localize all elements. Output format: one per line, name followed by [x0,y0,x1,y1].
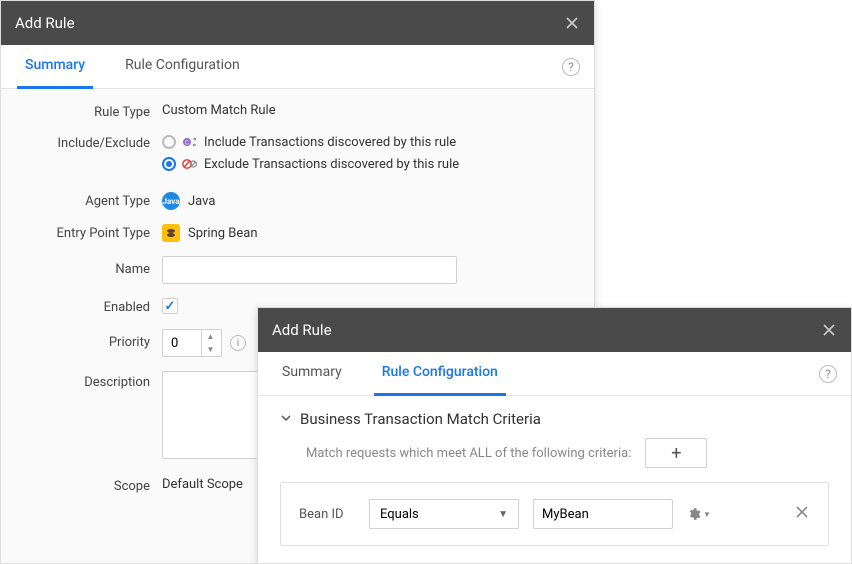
dialog-header: Add Rule [258,308,851,352]
help-icon[interactable]: ? [562,58,580,76]
add-rule-dialog-configuration: Add Rule Summary Rule Configuration ? Bu… [257,307,852,564]
rule-config-body: Business Transaction Match Criteria Matc… [258,396,851,560]
radio-unselected-icon [162,135,176,149]
enabled-label: Enabled [17,298,162,315]
stepper-up-icon[interactable]: ▲ [202,330,219,343]
add-criteria-button[interactable]: + [645,438,707,468]
include-radio-option[interactable]: C Include Transactions discovered by thi… [162,134,578,150]
operator-value: Equals [380,507,419,522]
java-badge-icon: Java [162,192,180,210]
info-icon[interactable]: i [230,335,246,351]
tab-summary[interactable]: Summary [274,352,350,396]
include-exclude-label: Include/Exclude [17,134,162,151]
name-input[interactable] [162,256,457,284]
close-icon[interactable] [821,322,837,338]
tab-rule-configuration[interactable]: Rule Configuration [374,352,506,396]
entry-point-type-value: Spring Bean [188,226,258,241]
dialog-title: Add Rule [272,321,332,339]
tab-bar: Summary Rule Configuration ? [258,352,851,396]
priority-stepper[interactable]: ▲ ▼ [162,329,222,357]
stepper-down-icon[interactable]: ▼ [202,343,219,356]
exclude-radio-label: Exclude Transactions discovered by this … [204,157,459,172]
remove-criteria-icon[interactable] [794,504,810,524]
dialog-title: Add Rule [15,14,75,32]
operator-select[interactable]: Equals ▼ [369,499,519,529]
priority-label: Priority [17,329,162,350]
name-label: Name [17,256,162,277]
tab-summary[interactable]: Summary [17,45,93,89]
criteria-row: Bean ID Equals ▼ ▼ [280,482,829,546]
radio-selected-icon [162,157,176,171]
match-criteria-title: Business Transaction Match Criteria [300,410,541,428]
match-criteria-subtext: Match requests which meet ALL of the fol… [306,446,631,461]
chevron-down-icon [280,410,292,428]
agent-type-label: Agent Type [17,192,162,209]
criteria-value-input[interactable] [533,499,673,529]
rule-type-value: Custom Match Rule [162,103,578,118]
include-radio-label: Include Transactions discovered by this … [204,135,456,150]
close-icon[interactable] [564,15,580,31]
help-icon[interactable]: ? [819,365,837,383]
entry-point-type-label: Entry Point Type [17,224,162,241]
description-label: Description [17,371,162,390]
include-arrows-icon: C [182,134,198,150]
agent-type-value: Java [188,194,215,209]
exclude-radio-option[interactable]: Exclude Transactions discovered by this … [162,156,578,172]
priority-input[interactable] [163,336,201,351]
tab-bar: Summary Rule Configuration ? [1,45,594,89]
spring-bean-badge-icon [162,224,180,242]
match-criteria-section-header[interactable]: Business Transaction Match Criteria [280,410,829,428]
criteria-field-label: Bean ID [299,507,355,522]
criteria-settings-button[interactable]: ▼ [687,507,711,521]
dialog-header: Add Rule [1,1,594,45]
caret-down-icon: ▼ [498,509,508,520]
rule-type-label: Rule Type [17,103,162,120]
exclude-slash-icon [182,156,198,172]
svg-text:C: C [185,140,189,147]
tab-rule-configuration[interactable]: Rule Configuration [117,45,248,89]
enabled-checkbox[interactable] [162,298,178,314]
scope-label: Scope [17,477,162,494]
